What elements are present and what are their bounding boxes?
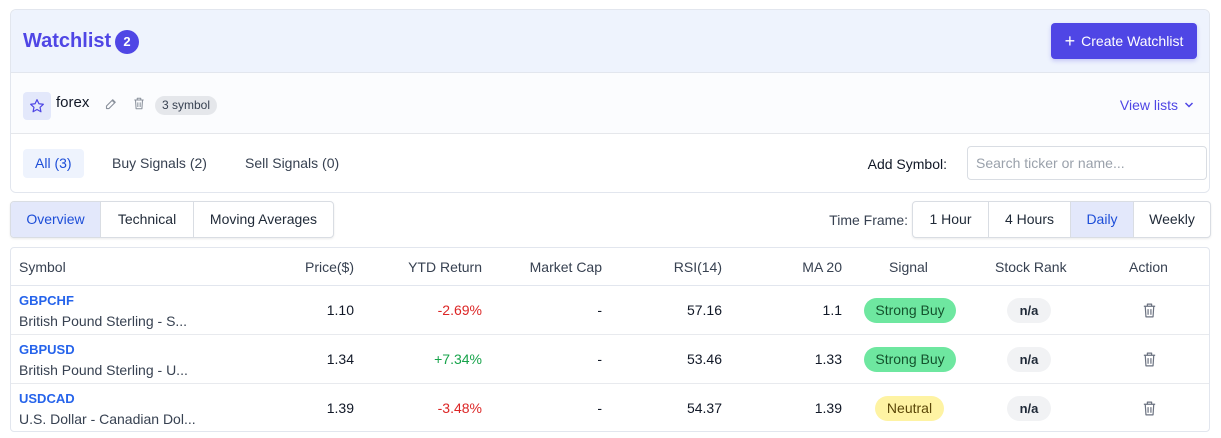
- symbol-count-badge: 3 symbol: [155, 96, 218, 115]
- tf-daily[interactable]: Daily: [1071, 202, 1134, 237]
- col-signal[interactable]: Signal: [889, 259, 928, 275]
- stock-rank-badge: n/a: [1007, 396, 1051, 421]
- table-row[interactable]: GBPUSD British Pound Sterling - U... 1.3…: [11, 335, 1209, 384]
- market-cap-cell: -: [597, 400, 602, 416]
- tf-4-hours[interactable]: 4 Hours: [989, 202, 1071, 237]
- tab-technical[interactable]: Technical: [101, 202, 194, 237]
- tf-weekly[interactable]: Weekly: [1134, 202, 1210, 237]
- ma20-cell: 1.33: [814, 351, 842, 367]
- filter-buy-signals[interactable]: Buy Signals (2): [100, 149, 219, 178]
- search-input[interactable]: [967, 146, 1207, 180]
- symbol-name: British Pound Sterling - U...: [19, 362, 188, 378]
- view-lists-dropdown[interactable]: View lists: [1120, 97, 1194, 113]
- ytd-return-cell: -3.48%: [437, 400, 482, 416]
- col-rsi[interactable]: RSI(14): [674, 259, 722, 275]
- table-header: Symbol Price($) YTD Return Market Cap RS…: [11, 248, 1209, 286]
- ytd-return-cell: +7.34%: [434, 351, 482, 367]
- chevron-down-icon: [1184, 97, 1194, 113]
- market-cap-cell: -: [597, 351, 602, 367]
- watchlist-header: Watchlist 2 + Create Watchlist: [11, 10, 1209, 73]
- plus-icon: +: [1064, 31, 1076, 51]
- view-lists-label: View lists: [1119, 97, 1178, 113]
- active-list-bar: forex 3 symbol View lists: [11, 73, 1209, 134]
- pencil-icon[interactable]: [104, 96, 119, 114]
- add-symbol-label: Add Symbol:: [867, 156, 947, 172]
- time-frame-label: Time Frame:: [829, 212, 908, 228]
- symbol-name: U.S. Dollar - Canadian Dol...: [19, 411, 196, 427]
- page-title: Watchlist: [23, 30, 112, 52]
- col-stock-rank[interactable]: Stock Rank: [995, 259, 1067, 275]
- rsi-cell: 53.46: [686, 351, 722, 367]
- trash-icon[interactable]: [1141, 301, 1158, 323]
- col-ytd-return[interactable]: YTD Return: [408, 259, 482, 275]
- price-cell: 1.34: [326, 351, 354, 367]
- time-frame-selector: 1 Hour 4 Hours Daily Weekly: [912, 201, 1211, 238]
- view-tabs: Overview Technical Moving Averages: [10, 201, 334, 238]
- rsi-cell: 57.16: [686, 302, 722, 318]
- table-row[interactable]: USDCAD U.S. Dollar - Canadian Dol... 1.3…: [11, 384, 1209, 431]
- table-row[interactable]: GBPCHF British Pound Sterling - S... 1.1…: [11, 286, 1209, 335]
- stock-rank-badge: n/a: [1007, 347, 1051, 372]
- signal-badge: Neutral: [875, 396, 944, 421]
- trash-icon[interactable]: [1141, 399, 1158, 421]
- signal-filter-bar: All (3) Buy Signals (2) Sell Signals (0)…: [11, 134, 1209, 192]
- create-watchlist-button[interactable]: + Create Watchlist: [1051, 23, 1197, 59]
- ticker-link[interactable]: GBPCHF: [19, 293, 74, 308]
- stock-rank-badge: n/a: [1007, 298, 1051, 323]
- watchlist-card: Watchlist 2 + Create Watchlist forex 3 s…: [10, 9, 1210, 193]
- watchlist-table: Symbol Price($) YTD Return Market Cap RS…: [10, 247, 1210, 432]
- star-icon[interactable]: [23, 92, 51, 120]
- tab-overview[interactable]: Overview: [11, 202, 101, 237]
- col-action: Action: [1129, 259, 1168, 275]
- col-price[interactable]: Price($): [305, 259, 354, 275]
- market-cap-cell: -: [597, 302, 602, 318]
- filter-sell-signals[interactable]: Sell Signals (0): [233, 149, 351, 178]
- price-cell: 1.39: [326, 400, 354, 416]
- tab-moving-averages[interactable]: Moving Averages: [194, 202, 333, 237]
- col-market-cap[interactable]: Market Cap: [530, 259, 602, 275]
- filter-all[interactable]: All (3): [23, 149, 84, 178]
- col-ma20[interactable]: MA 20: [802, 259, 842, 275]
- symbol-name: British Pound Sterling - S...: [19, 313, 188, 329]
- signal-badge: Strong Buy: [864, 298, 956, 323]
- trash-icon[interactable]: [1141, 350, 1158, 372]
- list-name: forex: [56, 94, 90, 111]
- signal-badge: Strong Buy: [864, 347, 956, 372]
- create-watchlist-label: Create Watchlist: [1081, 33, 1184, 49]
- col-symbol[interactable]: Symbol: [19, 259, 66, 275]
- ma20-cell: 1.39: [814, 400, 842, 416]
- ytd-return-cell: -2.69%: [437, 302, 482, 318]
- watchlist-count-badge: 2: [115, 30, 139, 54]
- rsi-cell: 54.37: [686, 400, 722, 416]
- price-cell: 1.10: [326, 302, 354, 318]
- ticker-link[interactable]: USDCAD: [19, 391, 75, 406]
- tf-1-hour[interactable]: 1 Hour: [913, 202, 989, 237]
- ticker-link[interactable]: GBPUSD: [19, 342, 75, 357]
- trash-icon[interactable]: [132, 96, 146, 114]
- ma20-cell: 1.1: [822, 302, 842, 318]
